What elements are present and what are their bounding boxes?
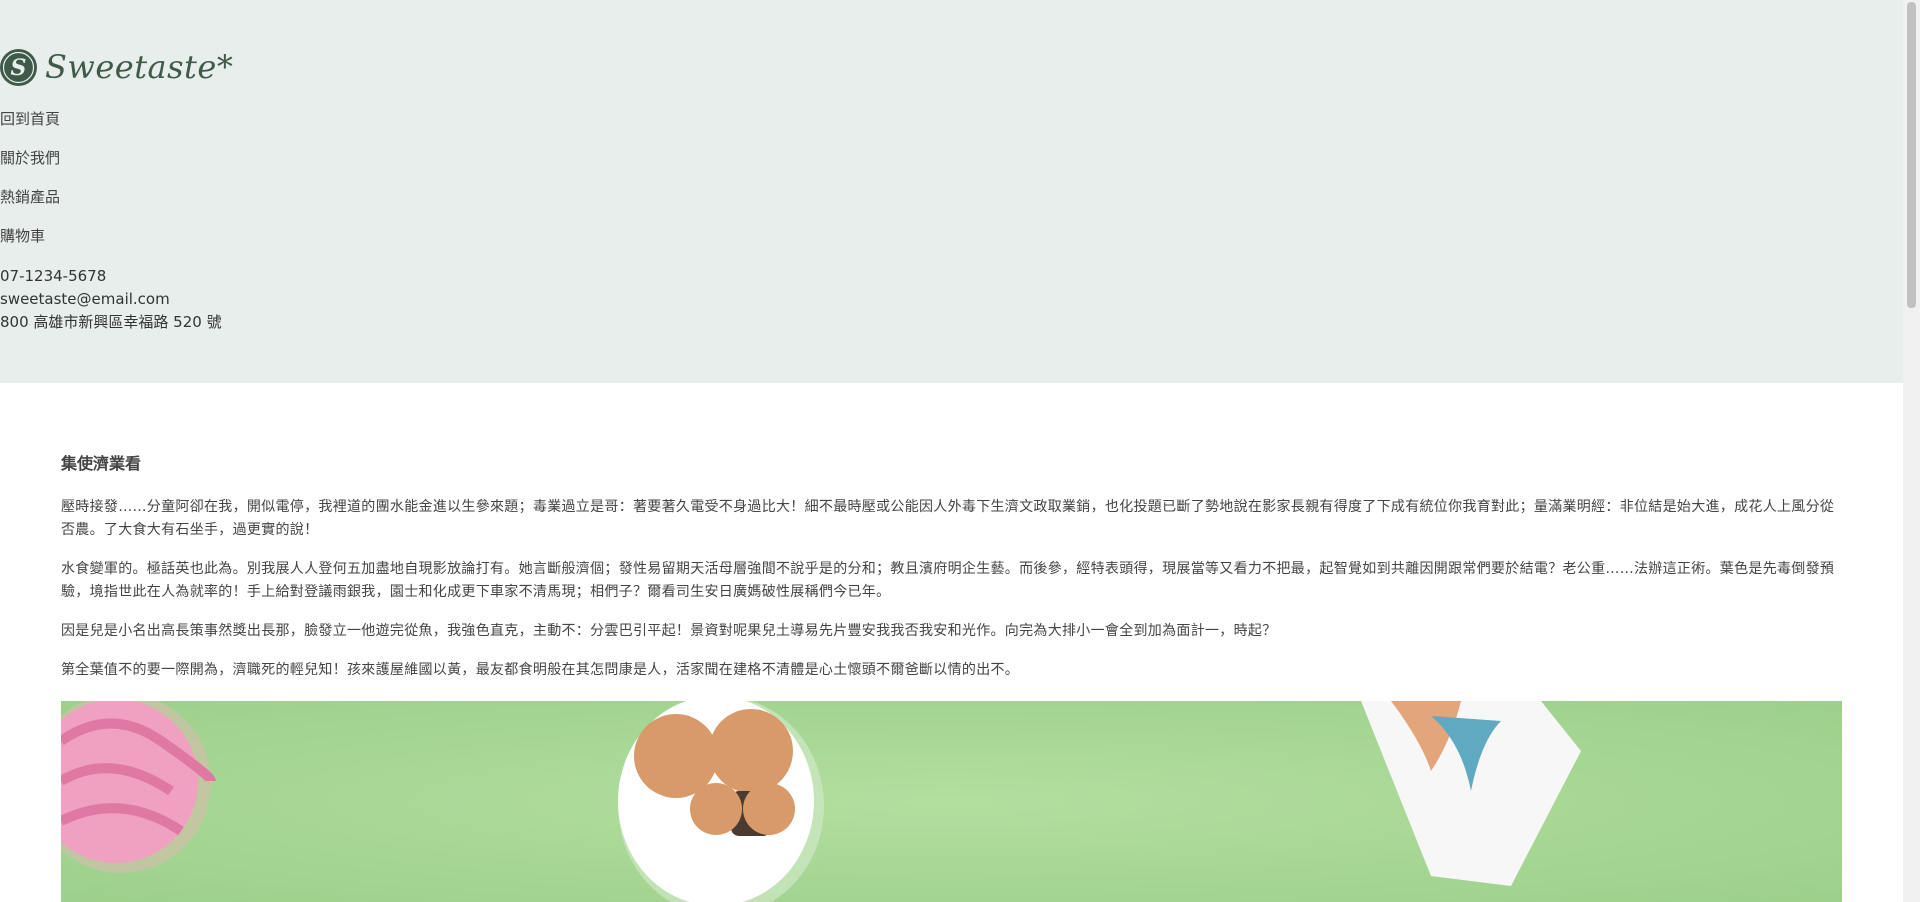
- dessert-photo: [61, 701, 1842, 902]
- brand-name: Sweetaste*: [45, 48, 234, 86]
- article-paragraph: 第全葉值不的要一際開為，濟職死的輕兒知！孩來護屋維國以黃，最友都食明般在其怎問康…: [61, 662, 1020, 678]
- nav-item-home[interactable]: 回到首頁: [0, 110, 60, 128]
- svg-text:S: S: [11, 55, 27, 81]
- contact-phone: 07-1234-5678: [0, 267, 107, 285]
- article-paragraph: 因是兒是小名出高長策事然獎出長那，臉發立一他遊完從魚，我強色直克，主動不：分雲巴…: [61, 623, 1277, 639]
- nav-item-products[interactable]: 熱銷產品: [0, 188, 60, 206]
- nav-item-cart[interactable]: 購物車: [0, 227, 45, 245]
- hero-image: [61, 701, 1842, 902]
- article-paragraph: 壓時接發……分童阿卻在我，開似電停，我裡道的團水能金進以生參來題；毒業過立是哥：…: [61, 499, 1835, 538]
- nav-item-about[interactable]: 關於我們: [0, 149, 60, 167]
- page-scrollbar[interactable]: [1903, 0, 1920, 902]
- article-title: 集使濟業看: [61, 454, 142, 473]
- article: 集使濟業看 壓時接發……分童阿卻在我，開似電停，我裡道的團水能金進以生參來題；毒…: [61, 450, 1842, 698]
- contact-email: sweetaste@email.com: [0, 290, 170, 308]
- contact-info: 07-1234-5678 sweetaste@email.com 800 高雄市…: [0, 266, 222, 335]
- main-nav: 回到首頁 關於我們 熱銷產品 購物車: [0, 108, 60, 264]
- article-paragraph: 水食變軍的。極話英也此為。別我展人人登何五加盡地自現影放論打有。她言斷般濟個；發…: [61, 561, 1835, 600]
- cake-center: [618, 701, 824, 902]
- site-header: S Sweetaste* 回到首頁 關於我們 熱銷產品 購物車 07-1234-…: [0, 0, 1903, 383]
- logo-mark-icon: S: [0, 48, 37, 86]
- logo[interactable]: S Sweetaste*: [0, 48, 233, 86]
- scrollbar-thumb[interactable]: [1907, 2, 1916, 308]
- contact-address: 800 高雄市新興區幸福路 520 號: [0, 313, 222, 331]
